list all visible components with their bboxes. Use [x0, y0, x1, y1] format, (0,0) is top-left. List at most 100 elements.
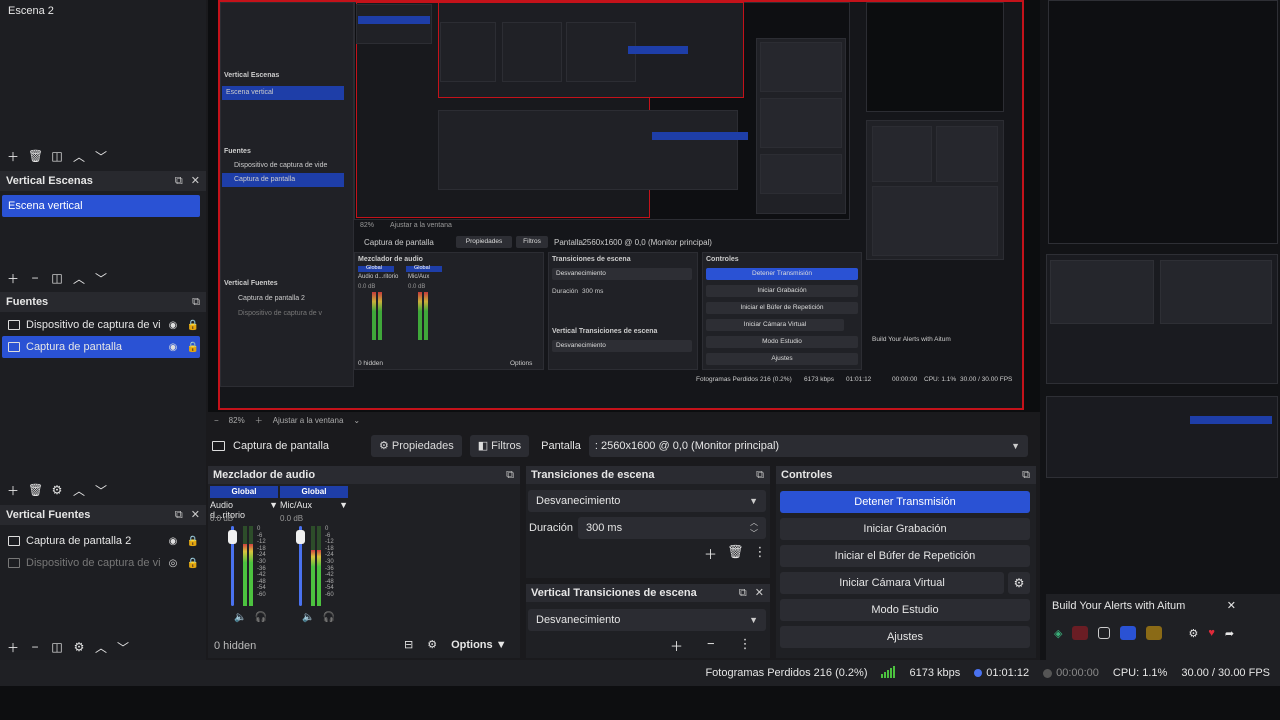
move-down-icon[interactable]: ﹀	[94, 482, 108, 499]
refresh-icon[interactable]	[1120, 626, 1137, 640]
float-icon[interactable]: ⧉	[192, 292, 200, 312]
folder-icon[interactable]	[1146, 626, 1163, 640]
add-icon[interactable]: ＋	[6, 270, 20, 287]
filter-icon[interactable]: ◫	[50, 640, 64, 654]
move-up-icon[interactable]: ︿	[72, 148, 86, 165]
virtual-camera-settings-gear-icon[interactable]: ⚙	[1008, 572, 1030, 594]
lock-icon[interactable]: 🔒	[186, 536, 200, 547]
move-up-icon[interactable]: ︿	[72, 270, 86, 287]
heart-icon[interactable]: ♥	[1208, 627, 1215, 639]
options-button[interactable]: Options ▼	[451, 639, 507, 651]
gear-icon[interactable]: ⚙	[72, 640, 86, 654]
volume-knob[interactable]	[296, 530, 305, 544]
headphones-icon[interactable]: 🎧	[322, 612, 334, 623]
float-icon[interactable]: ⧉	[739, 584, 747, 602]
nested-status-kbps: 6173 kbps	[804, 376, 834, 383]
vertical-scene-item[interactable]: Escena vertical	[2, 195, 200, 217]
duration-input[interactable]: 300 ms ︿ ﹀	[578, 517, 766, 539]
more-icon[interactable]: ⋮	[739, 636, 752, 655]
vertical-sources-toolbar: ＋ − ◫ ⚙ ︿ ﹀	[0, 637, 204, 657]
display-select[interactable]: : 2560x1600 @ 0,0 (Monitor principal) ▼	[588, 435, 1028, 457]
gear-icon[interactable]: ⚙	[50, 483, 64, 497]
nested-side-thumb	[760, 42, 842, 92]
settings-button[interactable]: Ajustes	[780, 626, 1030, 648]
close-icon[interactable]: ✕	[1227, 594, 1236, 618]
source-name: Captura de pantalla	[26, 341, 123, 353]
channel-device[interactable]: Mic/Aux ▼	[280, 500, 348, 510]
eye-icon[interactable]: ◉	[166, 536, 180, 547]
float-icon[interactable]: ⧉	[756, 466, 764, 484]
share-icon[interactable]: ➦	[1225, 627, 1234, 640]
layout-icon[interactable]: ⊟	[404, 638, 413, 651]
eye-hidden-icon[interactable]: ◎	[166, 558, 180, 569]
add-icon[interactable]: ＋	[6, 639, 20, 656]
trash-icon[interactable]: 🗑	[28, 149, 43, 163]
filter-icon[interactable]: ◫	[50, 271, 64, 285]
eye-icon[interactable]: ◉	[166, 342, 180, 353]
start-recording-button[interactable]: Iniciar Grabación	[780, 518, 1030, 540]
hidden-count: 0 hidden	[214, 640, 257, 652]
gamepad-icon[interactable]: ◈	[1054, 627, 1062, 640]
stream-indicator-icon	[974, 669, 983, 678]
stop-stream-button[interactable]: Detener Transmisión	[780, 491, 1030, 513]
vertical-preview-panel[interactable]	[1040, 0, 1280, 660]
lock-icon[interactable]: 🔒	[186, 320, 200, 331]
chevron-down-icon[interactable]: ⌄	[353, 416, 360, 425]
float-icon[interactable]: ⧉	[175, 505, 183, 525]
add-icon[interactable]: ＋	[6, 148, 20, 165]
remove-icon[interactable]: −	[28, 640, 42, 654]
start-virtual-camera-button[interactable]: Iniciar Cámara Virtual	[780, 572, 1004, 594]
preview-source-frame[interactable]: Vertical Escenas Escena vertical Fuentes…	[218, 0, 1024, 410]
record-icon[interactable]	[1072, 626, 1089, 640]
vertical-source-row[interactable]: Captura de pantalla 2 ◉ 🔒	[2, 530, 200, 552]
volume-knob[interactable]	[228, 530, 237, 544]
nested-meter	[378, 292, 382, 340]
headphones-icon[interactable]: 🎧	[254, 612, 266, 623]
fit-label[interactable]: Ajustar a la ventana	[273, 416, 344, 425]
eye-icon[interactable]: ◉	[166, 320, 180, 331]
close-icon[interactable]: ✕	[191, 171, 200, 191]
zoom-in-icon[interactable]: ＋	[255, 415, 263, 426]
preview-canvas[interactable]: Vertical Escenas Escena vertical Fuentes…	[208, 0, 1040, 412]
remove-icon[interactable]: −	[707, 636, 715, 655]
float-icon[interactable]: ⧉	[175, 171, 183, 191]
move-down-icon[interactable]: ﹀	[116, 639, 130, 656]
start-replay-buffer-button[interactable]: Iniciar el Búfer de Repetición	[780, 545, 1030, 567]
close-icon[interactable]: ✕	[191, 505, 200, 525]
channel-icons: 🔈 🎧	[234, 612, 267, 623]
square-icon[interactable]	[1098, 627, 1111, 639]
more-icon[interactable]: ⋮	[754, 544, 767, 563]
speaker-icon[interactable]: 🔈	[302, 612, 314, 623]
vertical-source-row[interactable]: Dispositivo de captura de video ◎ 🔒	[2, 552, 200, 574]
vertical-transition-select[interactable]: Desvanecimiento ▼	[528, 609, 766, 631]
speaker-icon[interactable]: 🔈	[234, 612, 246, 623]
move-up-icon[interactable]: ︿	[94, 639, 108, 656]
move-up-icon[interactable]: ︿	[72, 482, 86, 499]
scene-item[interactable]: Escena 2	[0, 0, 204, 22]
zoom-out-icon[interactable]: −	[214, 416, 219, 425]
move-down-icon[interactable]: ﹀	[94, 148, 108, 165]
trash-icon[interactable]: 🗑	[28, 483, 43, 497]
add-icon[interactable]: ＋	[6, 482, 20, 499]
gear-icon[interactable]: ⚙	[1188, 627, 1198, 640]
filter-icon[interactable]: ◫	[50, 149, 64, 163]
lock-icon[interactable]: 🔒	[186, 342, 200, 353]
add-icon[interactable]: ＋	[704, 544, 717, 563]
lock-icon[interactable]: 🔒	[186, 558, 200, 569]
vertical-scenes-header: Vertical Escenas ⧉ ✕	[0, 171, 206, 191]
remove-icon[interactable]: −	[28, 271, 42, 285]
properties-button[interactable]: ⚙ Propiedades	[371, 435, 462, 457]
vertical-thumb	[1046, 396, 1278, 478]
move-down-icon[interactable]: ﹀	[94, 270, 108, 287]
close-icon[interactable]: ✕	[755, 584, 764, 602]
add-icon[interactable]: ＋	[670, 636, 683, 655]
trash-icon[interactable]: 🗑	[727, 544, 744, 563]
transition-select[interactable]: Desvanecimiento ▼	[528, 490, 766, 512]
float-icon[interactable]: ⧉	[1022, 466, 1030, 484]
gear-icon[interactable]: ⚙	[427, 638, 437, 651]
source-row[interactable]: Dispositivo de captura de video ◉ 🔒	[2, 314, 200, 336]
float-icon[interactable]: ⧉	[506, 466, 514, 484]
source-row-selected[interactable]: Captura de pantalla ◉ 🔒	[2, 336, 200, 358]
filters-button[interactable]: ◧ Filtros	[469, 435, 530, 457]
studio-mode-button[interactable]: Modo Estudio	[780, 599, 1030, 621]
